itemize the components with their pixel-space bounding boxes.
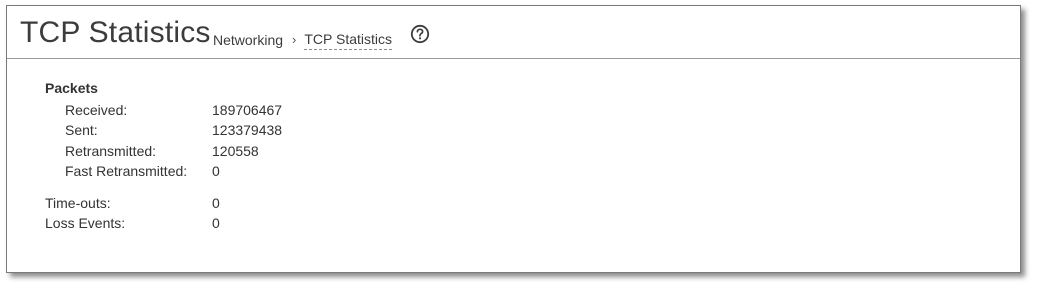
breadcrumb-current: TCP Statistics: [304, 30, 393, 50]
packets-section-title: Packets: [45, 80, 98, 96]
page-header: TCP Statistics Networking › TCP Statisti…: [7, 6, 1020, 59]
stat-label: Loss Events:: [45, 215, 126, 232]
breadcrumb-separator: ›: [292, 32, 297, 47]
statistics-content: Packets Received: 189706467 Sent: 123379…: [45, 78, 282, 234]
stat-row-time-outs: Time-outs: 0: [45, 193, 282, 213]
tcp-statistics-panel: TCP Statistics Networking › TCP Statisti…: [6, 5, 1021, 273]
stat-row-fast-retransmitted: Fast Retransmitted: 0: [45, 161, 282, 181]
stat-row-retransmitted: Retransmitted: 120558: [45, 141, 282, 161]
stat-value: 0: [212, 195, 220, 212]
help-circle-icon[interactable]: [410, 24, 430, 44]
stat-label: Retransmitted:: [65, 142, 157, 159]
stat-label: Time-outs:: [45, 195, 111, 212]
stat-row-loss-events: Loss Events: 0: [45, 213, 282, 233]
breadcrumb-networking-link[interactable]: Networking: [213, 31, 283, 49]
stat-row-received: Received: 189706467: [45, 100, 282, 120]
stat-value: 0: [212, 215, 220, 232]
page-title: TCP Statistics: [20, 16, 211, 49]
stat-value: 120558: [212, 142, 259, 159]
breadcrumb: Networking › TCP Statistics: [213, 30, 393, 50]
stat-label: Sent:: [65, 122, 98, 139]
stat-value: 0: [212, 162, 220, 179]
stat-label: Received:: [65, 102, 128, 118]
stat-value: 189706467: [212, 102, 283, 118]
stat-value: 123379438: [212, 122, 283, 139]
stat-row-sent: Sent: 123379438: [45, 120, 282, 140]
stat-label: Fast Retransmitted:: [65, 162, 188, 179]
